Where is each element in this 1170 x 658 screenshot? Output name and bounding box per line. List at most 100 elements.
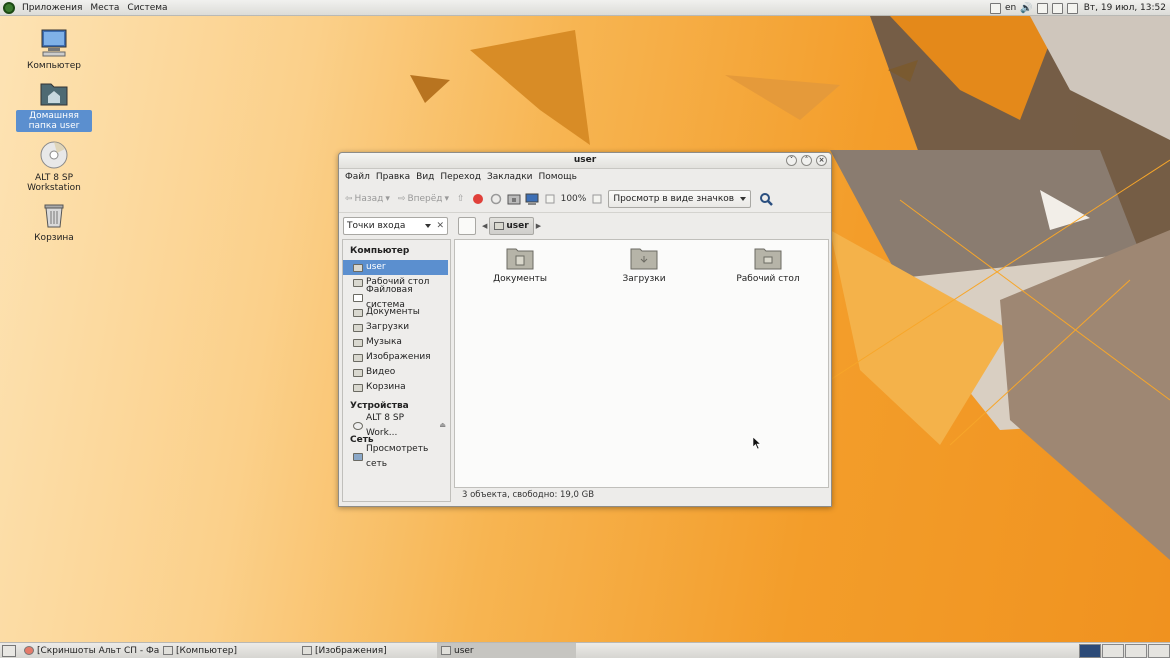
pathbar: ◀ user ▶ (458, 217, 541, 235)
places-select[interactable]: Точки входа ✕ (343, 217, 448, 235)
reload-icon[interactable] (489, 192, 503, 206)
folder-icon (353, 338, 363, 347)
sidebar-item-label: user (366, 262, 386, 272)
sidebar-item-label: ALT 8 SP Work... (366, 412, 405, 438)
folder-icon (494, 222, 505, 230)
desktop-icon-cdrom[interactable]: ALT 8 SP Workstation (15, 140, 93, 194)
file-item-documents[interactable]: Документы (475, 246, 565, 284)
task-user[interactable]: user (437, 643, 576, 658)
network-icon (353, 452, 363, 461)
search-icon[interactable] (759, 192, 773, 206)
show-desktop-icon[interactable] (2, 644, 16, 657)
zoom-out-icon[interactable] (543, 192, 557, 206)
back-button[interactable]: ⇦ Назад ▾ (343, 194, 392, 204)
menu-go[interactable]: Переход (437, 172, 484, 182)
close-button[interactable]: × (816, 155, 827, 166)
mouse-cursor-icon (752, 436, 762, 450)
sidebar-item-videos[interactable]: Видео (343, 365, 450, 380)
task-computer[interactable]: [Компьютер] (159, 643, 298, 658)
sidebar-item-music[interactable]: Музыка (343, 335, 450, 350)
menubar: Файл Правка Вид Переход Закладки Помощь (339, 169, 831, 185)
computer-icon[interactable] (525, 192, 539, 206)
workspace-4[interactable] (1148, 644, 1170, 658)
forward-button[interactable]: ⇨ Вперёд ▾ (396, 194, 451, 204)
file-label: Загрузки (622, 274, 666, 284)
content-area: Компьютер user Рабочий стол Файловая сис… (342, 239, 829, 502)
menu-applications[interactable]: Приложения (18, 0, 86, 16)
menu-view[interactable]: Вид (413, 172, 437, 182)
tray: en 🔊 Вт, 19 июл, 13:52 (990, 0, 1168, 16)
clock[interactable]: Вт, 19 июл, 13:52 (1082, 3, 1168, 13)
desktop-icon-computer[interactable]: Компьютер (15, 28, 93, 72)
task-pictures[interactable]: [Изображения] (298, 643, 437, 658)
file-manager-window: user ˅ ˄ × Файл Правка Вид Переход Закла… (338, 152, 832, 507)
sidebar-item-browse-network[interactable]: Просмотреть сеть (343, 444, 450, 469)
maximize-button[interactable]: ˄ (801, 155, 812, 166)
workspace-switcher (1079, 644, 1170, 658)
cdrom-icon (39, 140, 69, 170)
breadcrumb-user[interactable]: user (489, 217, 534, 235)
status-bar: 3 объекта, свободно: 19,0 GB (462, 490, 595, 500)
monitor-icon[interactable] (1066, 2, 1078, 14)
zoom-in-icon[interactable] (590, 192, 604, 206)
file-item-desktop[interactable]: Рабочий стол (723, 246, 813, 284)
menu-edit[interactable]: Правка (373, 172, 413, 182)
chevron-down-icon (425, 224, 431, 231)
network-icon[interactable] (1051, 2, 1063, 14)
location-bar: Точки входа ✕ ◀ user ▶ (339, 213, 831, 239)
menu-bookmarks[interactable]: Закладки (484, 172, 536, 182)
home-folder-icon (441, 646, 451, 655)
file-label: Рабочий стол (736, 274, 800, 284)
desktop-icon-home[interactable]: Домашняя папка user (15, 78, 93, 132)
sidebar-item-trash[interactable]: Корзина (343, 380, 450, 395)
chevron-down-icon[interactable]: ▾ (445, 194, 450, 204)
sidebar-item-cdrom[interactable]: ALT 8 SP Work... ⏏ (343, 413, 450, 438)
home-icon[interactable] (507, 192, 521, 206)
top-panel: Приложения Места Система en 🔊 Вт, 19 июл… (0, 0, 1170, 16)
close-sidebar-icon[interactable]: ✕ (436, 218, 444, 234)
sidebar-item-filesystem[interactable]: Файловая система (343, 285, 450, 310)
path-edit-toggle-button[interactable] (458, 217, 476, 235)
keyboard-layout[interactable]: en (1005, 3, 1016, 13)
forward-label: Вперёд (407, 193, 443, 204)
sidebar-item-user[interactable]: user (343, 260, 448, 275)
menu-help[interactable]: Помощь (536, 172, 580, 182)
file-label: Документы (493, 274, 547, 284)
task-screenshots[interactable]: [Скриншоты Альт СП - Фа... (20, 643, 159, 658)
window-titlebar[interactable]: user ˅ ˄ × (339, 153, 831, 169)
task-label: user (454, 645, 474, 656)
alt-logo-icon[interactable] (3, 1, 15, 14)
up-button[interactable]: ⇧ (455, 194, 467, 204)
stop-icon[interactable] (471, 192, 485, 206)
back-label: Назад (354, 193, 384, 204)
main-view: Документы Загрузки Рабочий стол 3 объект… (454, 239, 829, 502)
workspace-2[interactable] (1102, 644, 1124, 658)
chevron-down-icon[interactable]: ▾ (385, 194, 390, 204)
file-item-downloads[interactable]: Загрузки (599, 246, 689, 284)
sidebar-item-pictures[interactable]: Изображения (343, 350, 450, 365)
minimize-button[interactable]: ˅ (786, 155, 797, 166)
sidebar-item-downloads[interactable]: Загрузки (343, 320, 450, 335)
eject-icon[interactable]: ⏏ (439, 418, 446, 433)
toolbar: ⇦ Назад ▾ ⇨ Вперёд ▾ ⇧ 100% Просмотр в в… (339, 185, 831, 213)
sidebar-heading-computer: Компьютер (350, 246, 410, 256)
menu-system[interactable]: Система (123, 0, 171, 16)
workspace-1[interactable] (1079, 644, 1101, 658)
view-mode-select[interactable]: Просмотр в виде значков (608, 189, 752, 208)
workspace-3[interactable] (1125, 644, 1147, 658)
volume-icon[interactable]: 🔊 (1020, 3, 1032, 14)
path-right-arrow-icon[interactable]: ▶ (536, 222, 541, 230)
notes-icon[interactable] (990, 2, 1001, 14)
sidebar-item-label: Музыка (366, 337, 402, 347)
menu-file[interactable]: Файл (342, 172, 373, 182)
clipboard-icon[interactable] (1036, 2, 1048, 14)
sidebar-item-label: Видео (366, 367, 396, 377)
icon-view[interactable]: Документы Загрузки Рабочий стол (454, 239, 829, 488)
sidebar-item-label: Загрузки (366, 322, 410, 332)
computer-icon (39, 28, 69, 58)
menu-places[interactable]: Места (86, 0, 123, 16)
path-left-arrow-icon[interactable]: ◀ (482, 222, 487, 230)
desktop-icon-trash[interactable]: Корзина (15, 200, 93, 244)
folder-icon (353, 368, 363, 377)
home-folder-icon (353, 263, 363, 272)
